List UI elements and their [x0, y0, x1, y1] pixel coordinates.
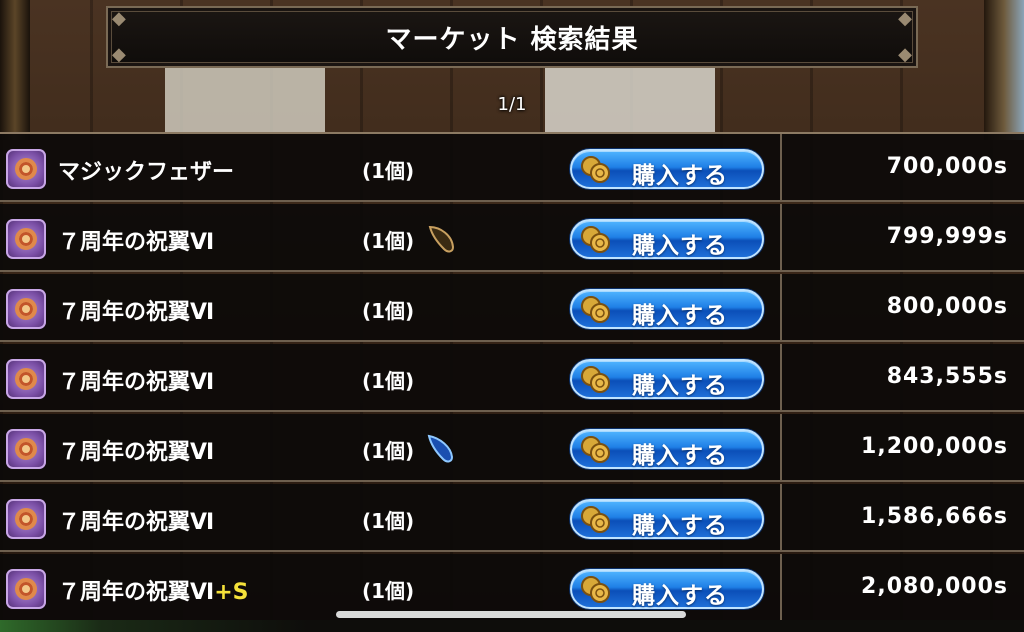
coins-icon: [581, 156, 610, 183]
item-name: ７周年の祝翼Ⅵ: [58, 510, 215, 535]
buy-button-label: 購入する: [632, 303, 728, 329]
brown-feather-icon: [428, 225, 455, 253]
item-name: ７周年の祝翼Ⅵ: [58, 440, 215, 465]
buy-button-label: 購入する: [632, 233, 728, 259]
item-price: 2,080,000s: [861, 574, 1008, 599]
listing-row[interactable]: マジックフェザー (1個) 購入する 700,000s: [0, 134, 1024, 202]
buy-button-label: 購入する: [632, 513, 728, 539]
page-indicator: 1/1: [497, 94, 527, 115]
feather-item-icon: [6, 219, 46, 259]
listing-row[interactable]: ７周年の祝翼Ⅵ (1個) 購入する 843,555s: [0, 344, 1024, 412]
listing-row[interactable]: ７周年の祝翼Ⅵ (1個) 購入する 1,586,666s: [0, 484, 1024, 552]
buy-button-label: 購入する: [632, 373, 728, 399]
item-name: ７周年の祝翼Ⅵ: [58, 370, 215, 395]
column-divider: [780, 554, 782, 620]
item-name: マジックフェザー: [58, 160, 235, 185]
column-divider: [780, 274, 782, 340]
buy-button[interactable]: 購入する: [570, 149, 764, 189]
listing-row[interactable]: ７周年の祝翼Ⅵ (1個) 購入する 800,000s: [0, 274, 1024, 342]
coins-icon: [581, 436, 610, 463]
item-name: ７周年の祝翼Ⅵ: [58, 300, 215, 325]
item-price: 1,586,666s: [861, 504, 1008, 529]
column-divider: [780, 134, 782, 200]
coins-icon: [581, 366, 610, 393]
feather-item-icon: [6, 569, 46, 609]
buy-button[interactable]: 購入する: [570, 219, 764, 259]
column-divider: [780, 344, 782, 410]
ornament-icon: ◆: [898, 8, 912, 29]
item-quantity: (1個): [362, 229, 415, 253]
feather-item-icon: [6, 429, 46, 469]
buy-button[interactable]: 購入する: [570, 569, 764, 609]
blue-drop-icon: [427, 434, 454, 463]
coins-icon: [581, 296, 610, 323]
item-price: 800,000s: [886, 294, 1008, 319]
item-quantity: (1個): [362, 159, 415, 183]
item-price: 1,200,000s: [861, 434, 1008, 459]
item-quantity: (1個): [362, 579, 415, 603]
item-name: ７周年の祝翼Ⅵ: [58, 230, 215, 255]
buy-button-label: 購入する: [632, 163, 728, 189]
scrollbar[interactable]: [336, 611, 686, 618]
buy-button[interactable]: 購入する: [570, 359, 764, 399]
item-price: 843,555s: [886, 364, 1008, 389]
coins-icon: [581, 226, 610, 253]
buy-button-label: 購入する: [632, 583, 728, 609]
buy-button[interactable]: 購入する: [570, 499, 764, 539]
feather-item-icon: [6, 289, 46, 329]
buy-button[interactable]: 購入する: [570, 289, 764, 329]
item-price: 700,000s: [886, 154, 1008, 179]
feather-item-icon: [6, 499, 46, 539]
buy-button-label: 購入する: [632, 443, 728, 469]
column-divider: [780, 484, 782, 550]
item-quantity: (1個): [362, 439, 415, 463]
coins-icon: [581, 506, 610, 533]
coins-icon: [581, 576, 610, 603]
ornament-icon: ◆: [112, 8, 126, 29]
listing-row[interactable]: ７周年の祝翼Ⅵ (1個) 購入する 799,999s: [0, 204, 1024, 272]
buy-button[interactable]: 購入する: [570, 429, 764, 469]
listing-list[interactable]: マジックフェザー (1個) 購入する 700,000s ７周年の祝翼Ⅵ (1個)…: [0, 132, 1024, 620]
ornament-icon: ◆: [898, 44, 912, 65]
column-divider: [780, 204, 782, 270]
item-quantity: (1個): [362, 509, 415, 533]
title-banner: ◆ ◆ ◆ ◆ マーケット 検索結果: [106, 6, 918, 68]
listing-row[interactable]: ７周年の祝翼Ⅵ (1個) 購入する 1,200,000s: [0, 414, 1024, 482]
item-price: 799,999s: [886, 224, 1008, 249]
feather-item-icon: [6, 359, 46, 399]
page-title: マーケット 検索結果: [385, 24, 639, 55]
item-quantity: (1個): [362, 369, 415, 393]
right-pillar: [984, 0, 1024, 140]
feather-item-icon: [6, 149, 46, 189]
left-pillar: [0, 0, 30, 140]
ornament-icon: ◆: [112, 44, 126, 65]
bottom-strip: [0, 620, 1024, 632]
item-quantity: (1個): [362, 299, 415, 323]
item-name: ７周年の祝翼Ⅵ+S: [58, 580, 249, 605]
column-divider: [780, 414, 782, 480]
